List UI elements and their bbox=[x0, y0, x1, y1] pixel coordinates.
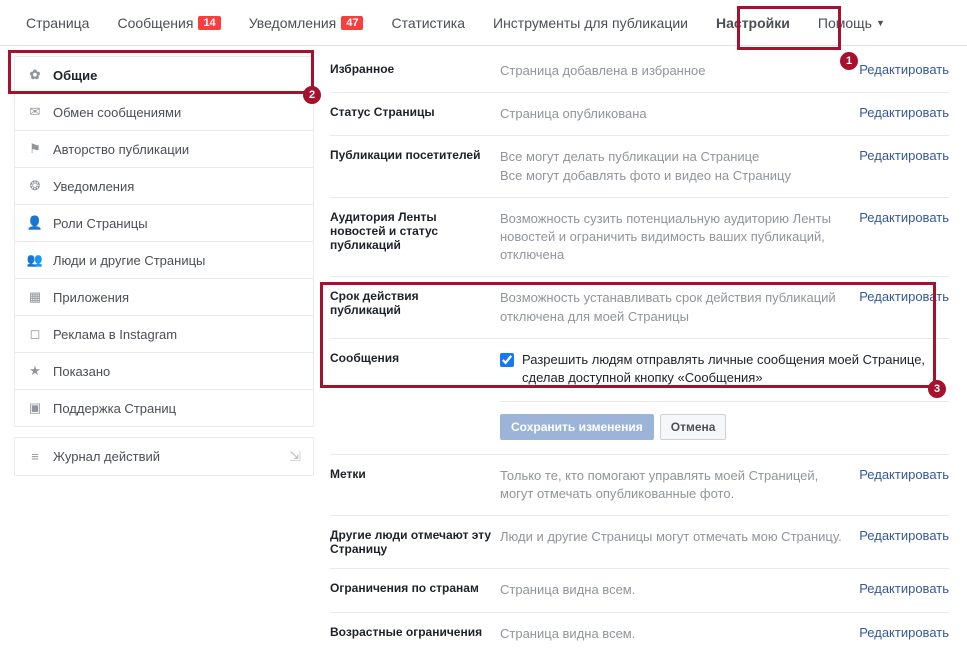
sidebar-item-support[interactable]: ▣ Поддержка Страниц bbox=[15, 390, 313, 426]
nav-settings[interactable]: Настройки bbox=[702, 0, 804, 46]
edit-link[interactable]: Редактировать bbox=[849, 148, 949, 163]
nav-settings-label: Настройки bbox=[716, 15, 790, 31]
row-desc: Возможность сузить потенциальную аудитор… bbox=[500, 210, 849, 265]
row-status: Статус Страницы Страница опубликована Ре… bbox=[330, 93, 949, 136]
sidebar-label: Приложения bbox=[53, 290, 129, 305]
nav-notifications[interactable]: Уведомления 47 bbox=[235, 0, 378, 46]
row-label: Другие люди отмечают эту Страницу bbox=[330, 528, 500, 556]
sidebar-label: Реклама в Instagram bbox=[53, 327, 177, 342]
sidebar-label: Общие bbox=[53, 68, 97, 83]
edit-link[interactable]: Редактировать bbox=[849, 467, 949, 482]
sidebar-item-featured[interactable]: ★ Показано bbox=[15, 353, 313, 390]
edit-link[interactable]: Редактировать bbox=[849, 289, 949, 304]
sidebar-item-roles[interactable]: 👤 Роли Страницы bbox=[15, 205, 313, 242]
nav-page[interactable]: Страница bbox=[12, 0, 103, 46]
caret-down-icon: ▼ bbox=[876, 18, 885, 28]
nav-publishing[interactable]: Инструменты для публикации bbox=[479, 0, 702, 46]
messages-checkbox[interactable] bbox=[500, 353, 514, 367]
nav-insights[interactable]: Статистика bbox=[377, 0, 479, 46]
sidebar-item-general[interactable]: ✿ Общие bbox=[15, 57, 313, 94]
messages-desc: Разрешить людям отправлять личные сообще… bbox=[522, 351, 949, 387]
sidebar-list: ✿ Общие ✉ Обмен сообщениями ⚑ Авторство … bbox=[14, 56, 314, 427]
row-messages: Сообщения Разрешить людям отправлять лич… bbox=[330, 339, 949, 455]
nav-help[interactable]: Помощь ▼ bbox=[804, 0, 899, 46]
apps-icon: ▦ bbox=[27, 289, 43, 305]
nav-publishing-label: Инструменты для публикации bbox=[493, 15, 688, 31]
nav-help-label: Помощь bbox=[818, 15, 872, 31]
star-icon: ★ bbox=[27, 363, 43, 379]
edit-link[interactable]: Редактировать bbox=[849, 210, 949, 225]
sidebar-item-apps[interactable]: ▦ Приложения bbox=[15, 279, 313, 316]
row-label: Избранное bbox=[330, 62, 500, 76]
row-tags: Метки Только те, кто помогают управлять … bbox=[330, 455, 949, 516]
row-desc: Страница видна всем. bbox=[500, 581, 849, 599]
sidebar-label: Уведомления bbox=[53, 179, 134, 194]
edit-link[interactable]: Редактировать bbox=[849, 625, 949, 640]
row-label: Статус Страницы bbox=[330, 105, 500, 119]
edit-link[interactable]: Редактировать bbox=[849, 528, 949, 543]
row-label: Срок действия публикаций bbox=[330, 289, 500, 317]
sidebar-label: Поддержка Страниц bbox=[53, 401, 176, 416]
row-desc: Все могут делать публикации на Странице … bbox=[500, 148, 849, 184]
sidebar-label: Люди и другие Страницы bbox=[53, 253, 205, 268]
row-label: Сообщения bbox=[330, 351, 500, 365]
sidebar-label: Авторство публикации bbox=[53, 142, 189, 157]
row-desc: Страница видна всем. bbox=[500, 625, 849, 643]
row-label: Аудитория Ленты новостей и статус публик… bbox=[330, 210, 500, 252]
row-label: Возрастные ограничения bbox=[330, 625, 500, 639]
row-desc: Страница добавлена в избранное bbox=[500, 62, 849, 80]
row-desc: Возможность устанавливать срок действия … bbox=[500, 289, 849, 325]
edit-link[interactable]: Редактировать bbox=[849, 62, 949, 77]
sidebar-label: Роли Страницы bbox=[53, 216, 148, 231]
inbox-badge: 14 bbox=[198, 16, 220, 30]
sidebar-label: Обмен сообщениями bbox=[53, 105, 181, 120]
row-visitors: Публикации посетителей Все могут делать … bbox=[330, 136, 949, 197]
nav-inbox-label: Сообщения bbox=[117, 15, 193, 31]
edit-link[interactable]: Редактировать bbox=[849, 105, 949, 120]
save-button[interactable]: Сохранить изменения bbox=[500, 414, 654, 440]
row-label: Метки bbox=[330, 467, 500, 481]
nav-inbox[interactable]: Сообщения 14 bbox=[103, 0, 234, 46]
chat-icon: ✉ bbox=[27, 104, 43, 120]
row-country: Ограничения по странам Страница видна вс… bbox=[330, 569, 949, 612]
sidebar-item-activity[interactable]: ≡ Журнал действий ⇲ bbox=[15, 438, 313, 475]
sidebar-label: Показано bbox=[53, 364, 110, 379]
row-desc-line: Все могут делать публикации на Странице bbox=[500, 148, 849, 166]
globe-icon: ❂ bbox=[27, 178, 43, 194]
row-expiration: Срок действия публикаций Возможность уст… bbox=[330, 277, 949, 338]
row-audience: Аудитория Ленты новостей и статус публик… bbox=[330, 198, 949, 278]
gear-icon: ✿ bbox=[27, 67, 43, 83]
external-icon: ⇲ bbox=[289, 448, 301, 465]
notifications-badge: 47 bbox=[341, 16, 363, 30]
settings-main: Избранное Страница добавлена в избранное… bbox=[320, 46, 967, 665]
support-icon: ▣ bbox=[27, 400, 43, 416]
nav-insights-label: Статистика bbox=[391, 15, 465, 31]
sidebar-item-people[interactable]: 👥 Люди и другие Страницы bbox=[15, 242, 313, 279]
row-age: Возрастные ограничения Страница видна вс… bbox=[330, 613, 949, 655]
top-nav: Страница Сообщения 14 Уведомления 47 Ста… bbox=[0, 0, 967, 46]
nav-notifications-label: Уведомления bbox=[249, 15, 337, 31]
sidebar-item-instagram[interactable]: ◻ Реклама в Instagram bbox=[15, 316, 313, 353]
row-desc-line: Все могут добавлять фото и видео на Стра… bbox=[500, 167, 849, 185]
row-desc: Только те, кто помогают управлять моей С… bbox=[500, 467, 849, 503]
nav-page-label: Страница bbox=[26, 15, 89, 31]
instagram-icon: ◻ bbox=[27, 326, 43, 342]
row-others-tag: Другие люди отмечают эту Страницу Люди и… bbox=[330, 516, 949, 569]
sidebar-label: Журнал действий bbox=[53, 449, 160, 464]
row-desc: Страница опубликована bbox=[500, 105, 849, 123]
row-label: Публикации посетителей bbox=[330, 148, 500, 162]
sidebar-item-attribution[interactable]: ⚑ Авторство публикации bbox=[15, 131, 313, 168]
sidebar-item-messaging[interactable]: ✉ Обмен сообщениями bbox=[15, 94, 313, 131]
people-icon: 👥 bbox=[27, 252, 43, 268]
flag-icon: ⚑ bbox=[27, 141, 43, 157]
cancel-button[interactable]: Отмена bbox=[660, 414, 727, 440]
sidebar-item-notifications[interactable]: ❂ Уведомления bbox=[15, 168, 313, 205]
sidebar: ✿ Общие ✉ Обмен сообщениями ⚑ Авторство … bbox=[0, 46, 320, 665]
row-desc: Люди и другие Страницы могут отмечать мо… bbox=[500, 528, 849, 546]
row-favorites: Избранное Страница добавлена в избранное… bbox=[330, 50, 949, 93]
row-label: Ограничения по странам bbox=[330, 581, 500, 595]
user-icon: 👤 bbox=[27, 215, 43, 231]
list-icon: ≡ bbox=[27, 449, 43, 465]
sidebar-list-secondary: ≡ Журнал действий ⇲ bbox=[14, 437, 314, 476]
